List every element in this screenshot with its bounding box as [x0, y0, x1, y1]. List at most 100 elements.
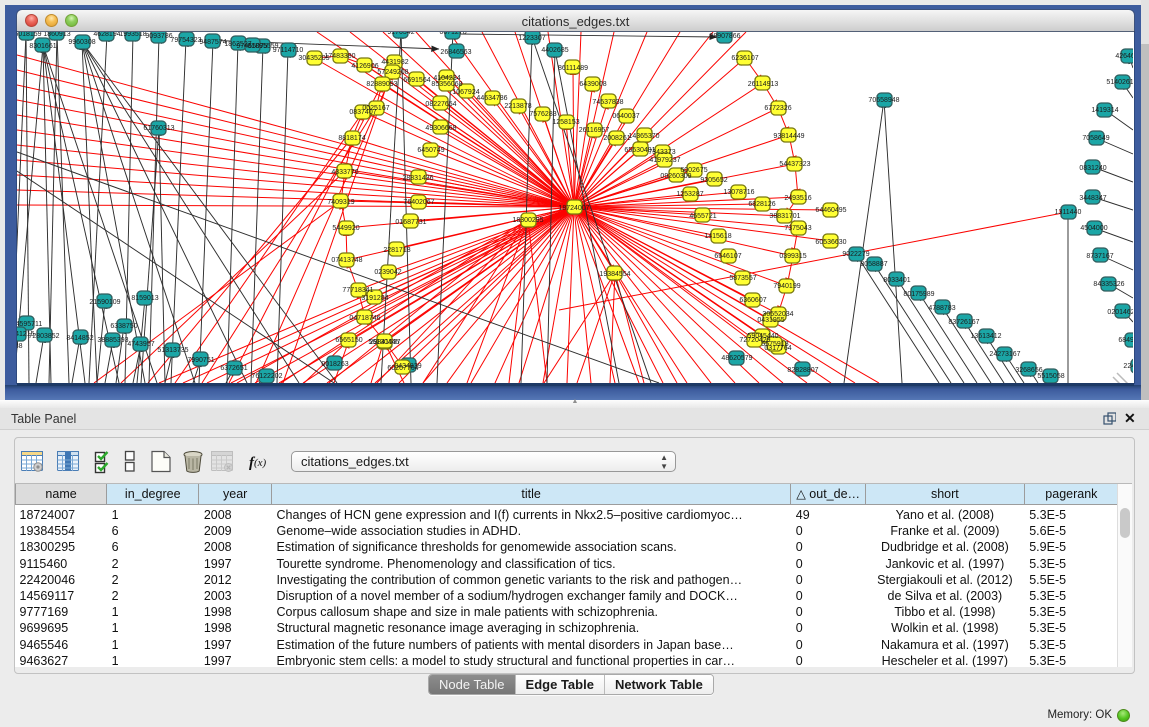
svg-text:2213878: 2213878 — [504, 103, 531, 110]
svg-text:9022279: 9022279 — [842, 251, 869, 258]
svg-text:0640037: 0640037 — [612, 113, 639, 120]
svg-text:1258153: 1258153 — [552, 119, 579, 126]
svg-text:74537838: 74537838 — [592, 99, 623, 106]
svg-text:77718341: 77718341 — [342, 287, 373, 294]
svg-text:9170342: 9170342 — [387, 32, 414, 36]
svg-text:6360607: 6360607 — [739, 297, 766, 304]
svg-text:18300295: 18300295 — [512, 217, 543, 224]
svg-text:7990751: 7990751 — [187, 357, 214, 364]
svg-text:6565150: 6565150 — [335, 337, 362, 344]
svg-text:8818174: 8818174 — [338, 135, 365, 142]
svg-text:(x): (x) — [254, 457, 267, 469]
svg-text:19384554: 19384554 — [599, 271, 630, 278]
svg-text:22470455: 22470455 — [1123, 363, 1133, 370]
svg-text:4264628: 4264628 — [1115, 53, 1133, 60]
svg-text:6450749: 6450749 — [417, 147, 444, 154]
svg-text:38885393: 38885393 — [97, 337, 128, 344]
svg-text:6671276: 6671276 — [439, 32, 466, 36]
svg-text:51402614: 51402614 — [1106, 79, 1133, 86]
svg-text:26114913: 26114913 — [748, 81, 779, 88]
svg-text:08227654: 08227654 — [425, 101, 456, 108]
svg-text:44634786: 44634786 — [476, 95, 507, 102]
svg-text:4504000: 4504000 — [1080, 225, 1107, 232]
svg-text:2493516: 2493516 — [784, 195, 811, 202]
svg-text:30552034: 30552034 — [762, 311, 793, 318]
svg-text:5515058: 5515058 — [1037, 373, 1064, 380]
svg-text:13078716: 13078716 — [723, 189, 754, 196]
svg-text:8159013: 8159013 — [131, 295, 158, 302]
svg-text:8737167: 8737167 — [1086, 253, 1113, 260]
svg-text:6691564: 6691564 — [403, 77, 430, 84]
svg-text:1311440: 1311440 — [1055, 209, 1082, 216]
svg-text:14365370: 14365370 — [628, 133, 659, 140]
svg-text:79754323: 79754323 — [170, 37, 201, 44]
svg-text:6828126: 6828126 — [748, 201, 775, 208]
svg-text:72803852: 72803852 — [28, 333, 59, 340]
svg-text:18724007: 18724007 — [558, 205, 589, 212]
svg-text:1253287: 1253287 — [676, 191, 703, 198]
svg-text:38831701: 38831701 — [769, 213, 800, 220]
svg-text:76122202: 76122202 — [251, 373, 282, 380]
svg-text:1419314: 1419314 — [1091, 107, 1118, 114]
svg-text:4655721: 4655721 — [689, 213, 716, 220]
svg-text:5575918: 5575918 — [761, 341, 788, 348]
svg-text:4126906: 4126906 — [351, 63, 378, 70]
svg-text:01687731: 01687731 — [395, 219, 426, 226]
svg-text:60536630: 60536630 — [815, 239, 846, 246]
svg-text:3191284: 3191284 — [361, 295, 388, 302]
svg-text:24595711: 24595711 — [17, 321, 42, 328]
svg-text:1415618: 1415618 — [704, 233, 731, 240]
svg-text:6338750: 6338750 — [110, 323, 137, 330]
svg-text:1860913: 1860913 — [43, 32, 70, 38]
svg-text:17483380: 17483380 — [324, 53, 355, 60]
svg-text:6236107: 6236107 — [731, 55, 758, 62]
svg-text:7409319: 7409319 — [327, 199, 354, 206]
svg-text:41979237: 41979237 — [649, 157, 680, 164]
svg-text:60207764: 60207764 — [387, 365, 418, 372]
svg-text:56130445: 56130445 — [368, 339, 399, 346]
svg-text:9960308: 9960308 — [68, 39, 95, 46]
svg-text:8033401: 8033401 — [883, 277, 910, 284]
svg-text:83726167: 83726167 — [948, 319, 979, 326]
svg-text:4402685: 4402685 — [541, 47, 568, 54]
svg-text:6772326: 6772326 — [764, 105, 791, 112]
svg-text:82828807: 82828807 — [787, 367, 818, 374]
svg-text:5873557: 5873557 — [729, 275, 756, 282]
svg-text:49306668: 49306668 — [425, 125, 456, 132]
svg-text:48620579: 48620579 — [721, 355, 752, 362]
svg-text:2281718: 2281718 — [383, 247, 410, 254]
svg-text:0431955: 0431955 — [757, 317, 784, 324]
svg-text:29975288: 29975288 — [17, 343, 23, 350]
svg-text:1993518: 1993518 — [119, 32, 146, 38]
svg-text:02014620: 02014620 — [1107, 309, 1133, 316]
svg-text:21590109: 21590109 — [89, 299, 120, 306]
svg-text:09260309: 09260309 — [660, 173, 691, 180]
svg-text:07413748: 07413748 — [331, 257, 362, 264]
svg-text:0018263: 0018263 — [321, 361, 348, 368]
svg-text:9093786: 9093786 — [145, 33, 172, 40]
svg-text:3448347: 3448347 — [1079, 195, 1106, 202]
svg-text:04718746: 04718746 — [349, 315, 380, 322]
svg-text:0837407: 0837407 — [349, 109, 376, 116]
svg-text:6849340: 6849340 — [1118, 337, 1133, 344]
svg-text:6439008: 6439008 — [579, 81, 606, 88]
svg-text:4743957: 4743957 — [127, 341, 154, 348]
svg-text:8414852: 8414852 — [66, 335, 93, 342]
svg-text:13613412: 13613412 — [970, 333, 1001, 340]
svg-text:4788783: 4788783 — [928, 305, 955, 312]
svg-text:26846563: 26846563 — [440, 49, 471, 56]
svg-text:6002675: 6002675 — [680, 167, 707, 174]
svg-text:26116957: 26116957 — [579, 127, 610, 134]
svg-text:7375043: 7375043 — [784, 225, 811, 232]
svg-text:24273167: 24273167 — [989, 351, 1020, 358]
svg-text:0239042: 0239042 — [374, 269, 401, 276]
svg-text:84335326: 84335326 — [1093, 281, 1124, 288]
svg-text:7343373: 7343373 — [648, 149, 675, 156]
svg-text:28907866: 28907866 — [709, 33, 740, 40]
svg-text:9305652: 9305652 — [700, 177, 727, 184]
svg-text:80175989: 80175989 — [903, 291, 934, 298]
svg-text:54437323: 54437323 — [779, 161, 810, 168]
svg-text:7058649: 7058649 — [1082, 135, 1109, 142]
svg-text:85356068: 85356068 — [431, 81, 462, 88]
svg-text:4333776: 4333776 — [331, 169, 358, 176]
